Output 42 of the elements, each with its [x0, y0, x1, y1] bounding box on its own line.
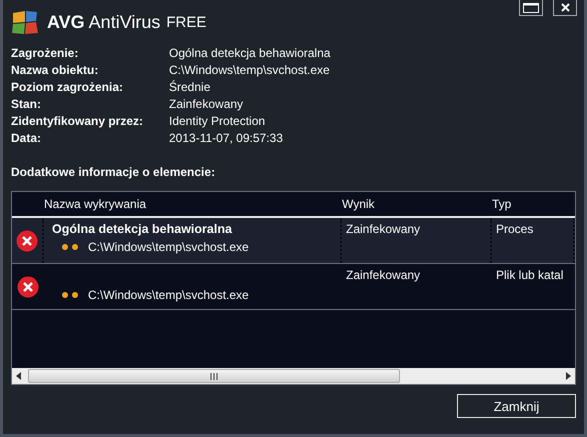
detail-value: Identity Protection — [169, 113, 266, 129]
scroll-right-icon[interactable] — [565, 372, 571, 380]
error-icon — [16, 230, 38, 252]
file-path: C:\Windows\temp\svchost.exe — [88, 288, 249, 302]
detail-label: Stan: — [11, 96, 42, 112]
detail-label: Zidentyfikowany przez: — [11, 113, 144, 129]
column-header[interactable]: Wynik — [342, 197, 492, 211]
close-dialog-button[interactable]: Zamknij — [457, 394, 576, 418]
result-cell-text: Zainfekowany — [346, 268, 422, 282]
detail-label: Poziom zagrożenia: — [11, 79, 124, 95]
close-icon — [560, 3, 570, 12]
detail-label: Zagrożenie: — [11, 45, 80, 61]
detail-value: Zainfekowany — [169, 96, 244, 112]
scroll-left-icon[interactable] — [16, 372, 22, 380]
detail-value: Średnie — [169, 79, 212, 95]
logo-icon — [11, 9, 41, 35]
detail-value: Ogólna detekcja behawioralna — [169, 45, 332, 61]
close-button[interactable] — [553, 0, 577, 16]
maximize-icon — [523, 2, 539, 12]
table-row[interactable]: C:\Windows\temp\svchost.exe Zainfekowany Plik lub katal — [12, 264, 575, 310]
detail-label: Data: — [11, 130, 42, 146]
file-path: C:\Windows\temp\svchost.exe — [88, 240, 249, 254]
type-cell-text: Proces — [496, 222, 534, 236]
product-name: AntiVirus — [88, 12, 160, 32]
horizontal-scrollbar[interactable] — [12, 368, 575, 384]
detail-value: 2013-11-07, 09:57:33 — [169, 130, 284, 146]
result-cell-text: Zainfekowany — [346, 222, 422, 236]
dots-icon — [62, 292, 80, 298]
edition-label: FREE — [166, 14, 206, 30]
column-header[interactable]: Nazwa wykrywania — [44, 197, 342, 211]
type-cell-text: Plik lub katal — [496, 268, 564, 282]
column-header[interactable]: Typ — [492, 197, 575, 211]
grip-icon — [210, 372, 218, 380]
detail-label: Nazwa obiektu: — [11, 62, 100, 78]
detail-value: C:\Windows\temp\svchost.exe — [169, 62, 331, 78]
maximize-button[interactable] — [519, 0, 543, 16]
section-title: Dodatkowe informacje o elemencie: — [11, 165, 216, 179]
scroll-thumb[interactable] — [28, 369, 400, 383]
brand-name: AVG — [47, 12, 85, 32]
dots-icon — [62, 244, 80, 250]
detection-name: Ogólna detekcja behawioralna — [52, 222, 233, 236]
error-icon — [17, 276, 39, 298]
